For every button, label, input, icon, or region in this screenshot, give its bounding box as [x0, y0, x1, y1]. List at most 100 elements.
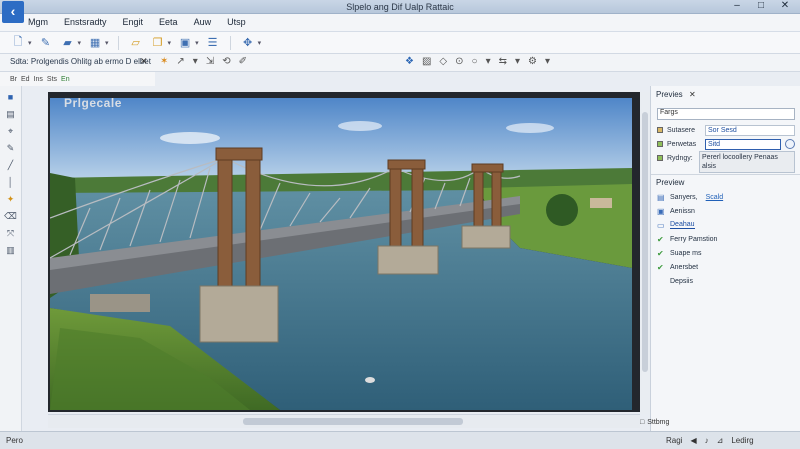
layer-tab[interactable]: Ed — [21, 76, 30, 83]
chevron-down-icon[interactable]: ▾ — [193, 56, 198, 67]
arrow-icon[interactable]: ↗ — [176, 56, 184, 67]
layer-tab[interactable]: En — [61, 76, 70, 83]
menu-item[interactable]: Auw — [192, 16, 214, 28]
shape-icon[interactable]: ◇ — [439, 56, 447, 67]
new-file-icon[interactable]: 🗋 — [10, 36, 26, 50]
dial-icon[interactable] — [785, 139, 795, 149]
property-label: Sutasere — [667, 126, 696, 134]
layer-tab[interactable]: Br — [10, 76, 17, 83]
close-button[interactable]: ✕ — [774, 0, 796, 13]
wrench-icon[interactable]: ✐ — [239, 56, 247, 67]
description-field[interactable]: Pererl locoollery Penaas alsis — [699, 151, 795, 173]
viewport-label: Prlgecale — [64, 96, 122, 110]
vertical-scrollbar[interactable] — [640, 92, 650, 414]
menu-item[interactable]: Eeta — [157, 16, 180, 28]
chevron-down-icon[interactable]: ▾ — [168, 39, 172, 47]
layer-tabs: Br Ed Ins Sts En — [0, 72, 155, 86]
arrows-icon[interactable]: ⇆ — [499, 56, 507, 67]
doc-icon: ▭ — [657, 220, 665, 230]
transform-icon[interactable]: ⤧ — [7, 228, 14, 238]
minimize-button[interactable]: – — [726, 0, 748, 13]
pin-icon[interactable]: ⇲ — [206, 56, 214, 67]
chevron-down-icon[interactable]: ▾ — [105, 39, 109, 47]
chevron-down-icon[interactable]: ▾ — [78, 39, 82, 47]
divider-icon: │ — [7, 177, 14, 187]
open-icon[interactable]: ✎ — [38, 36, 54, 50]
tree-item[interactable]: ▭ Deahau — [657, 218, 797, 232]
status-item[interactable]: Ledirg — [731, 436, 753, 445]
star-icon[interactable]: ✶ — [160, 56, 168, 67]
line-icon[interactable]: ╱ — [8, 160, 13, 170]
bell-icon[interactable]: ♪ — [705, 436, 709, 445]
stamp-icon[interactable]: ▥ — [6, 245, 15, 255]
horizontal-scrollbar[interactable] — [48, 414, 640, 428]
image-viewport[interactable] — [50, 98, 632, 410]
layer-tree: ▤ Sanyers, Scald ▣ Aenissn ▭ Deahau ✔ Fe… — [657, 190, 797, 288]
back-button[interactable]: ‹ — [2, 1, 24, 23]
move-icon[interactable]: ✥ — [240, 36, 256, 50]
view-tools: ❖ ▨ ◇ ⊙ ○ ▾ ⇆ ▾ ⚙ ▾ — [405, 56, 550, 67]
property-value[interactable]: Sitd — [705, 138, 781, 150]
checkbox-icon[interactable]: □ — [640, 419, 644, 426]
panel-close-icon[interactable]: ✕ — [140, 56, 148, 67]
chevron-down-icon[interactable]: ▾ — [258, 39, 262, 47]
status-item[interactable]: Ragi — [666, 436, 682, 445]
chevron-down-icon[interactable]: ▾ — [28, 39, 32, 47]
scrollbar-thumb[interactable] — [642, 112, 648, 372]
list-icon[interactable]: ☰ — [205, 36, 221, 50]
left-toolbar: ■ ▤ ⌖ ✎ ╱ │ ✦ ⌫ ⤧ ▥ — [0, 86, 22, 431]
eraser-icon[interactable]: ⌫ — [4, 211, 17, 221]
scrollbar-thumb[interactable] — [243, 418, 463, 425]
brush-icon[interactable]: ✦ — [7, 194, 15, 204]
check-icon: ✔ — [657, 262, 664, 272]
chevron-down-icon[interactable]: ▾ — [195, 39, 199, 47]
layer-tab[interactable]: Sts — [47, 76, 57, 83]
network-icon[interactable]: ⊿ — [717, 436, 724, 445]
menu-item[interactable]: Utsp — [225, 16, 248, 28]
panel-close-icon[interactable]: ✕ — [689, 90, 696, 99]
page-icon[interactable]: ▤ — [6, 109, 15, 119]
toolbar-separator — [117, 35, 119, 50]
pen-icon[interactable]: ✎ — [7, 143, 15, 153]
menu-item[interactable]: Mgm — [26, 16, 50, 28]
title-bar: Slpelo ang Dif Ualp Rattaic – □ ✕ — [0, 0, 800, 14]
swatch-icon — [657, 141, 663, 147]
search-input[interactable]: Fargs — [657, 108, 795, 120]
sound-icon[interactable]: ◀ — [690, 436, 696, 445]
tree-header: Preview — [656, 178, 685, 187]
folder-open-icon[interactable]: ▱ — [128, 36, 144, 50]
tree-item[interactable]: ▣ Aenissn — [657, 204, 797, 218]
maximize-button[interactable]: □ — [750, 0, 772, 13]
select-icon[interactable]: ■ — [8, 92, 13, 102]
chevron-down-icon[interactable]: ▾ — [545, 56, 550, 67]
circle-icon[interactable]: ○ — [472, 56, 478, 67]
tree-item[interactable]: ✔ Anersbet — [657, 260, 797, 274]
save-icon[interactable]: ▣ — [177, 36, 193, 50]
tree-item[interactable]: ✔ Ferry Pamstion — [657, 232, 797, 246]
folder-icon[interactable]: ▰ — [60, 36, 76, 50]
tree-item-label: Aenissn — [670, 207, 695, 215]
tree-item[interactable]: ▤ Sanyers, Scald — [657, 190, 797, 204]
tree-item-label: Anersbet — [670, 263, 699, 271]
menu-item[interactable]: Engit — [121, 16, 146, 28]
tree-item-link[interactable]: Scald — [706, 194, 724, 201]
layers-icon: ▤ — [657, 192, 665, 202]
grid-icon[interactable]: ▦ — [87, 36, 103, 50]
menu-item[interactable]: Enstsradty — [62, 16, 109, 28]
settings-icon[interactable]: ⚙ — [528, 56, 537, 67]
preview-header: Previes — [656, 90, 683, 99]
layer-tab[interactable]: Ins — [34, 76, 43, 83]
tree-item[interactable]: ✔ Suape ms — [657, 246, 797, 260]
transform-tools: ✶ ↗ ▾ ⇲ ⟲ ✐ — [160, 56, 247, 67]
property-label: Perwetas — [667, 140, 697, 148]
property-value[interactable]: Sor Sesd — [705, 124, 795, 136]
rotate-icon[interactable]: ⟲ — [222, 56, 230, 67]
image-icon[interactable]: ▨ — [422, 56, 431, 67]
layers-icon[interactable]: ❖ — [405, 56, 414, 67]
target-icon[interactable]: ⊙ — [455, 56, 463, 67]
lasso-icon[interactable]: ⌖ — [8, 126, 13, 136]
copy-icon[interactable]: ❐ — [150, 36, 166, 50]
chevron-down-icon[interactable]: ▾ — [486, 56, 491, 67]
tree-item[interactable]: Depsiis — [657, 274, 797, 288]
chevron-down-icon[interactable]: ▾ — [515, 56, 520, 67]
